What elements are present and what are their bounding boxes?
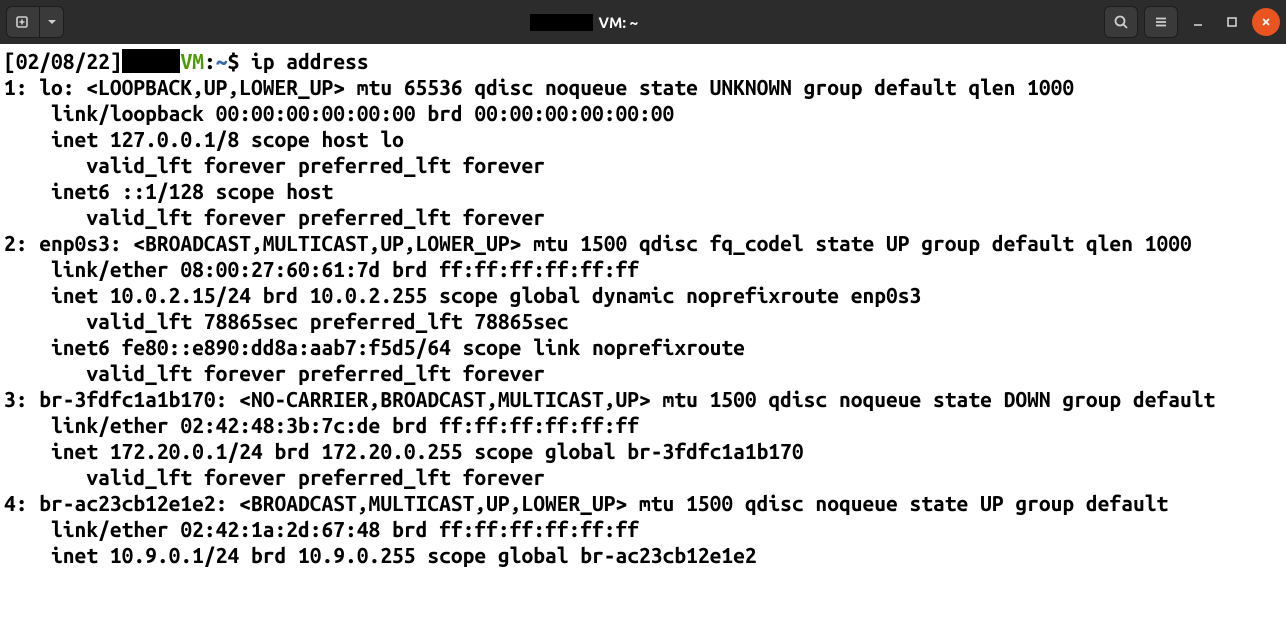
window-titlebar: user VM: ~	[0, 0, 1286, 44]
minimize-button[interactable]	[1184, 8, 1212, 36]
hamburger-icon	[1153, 14, 1169, 30]
output-line: link/ether 02:42:1a:2d:67:48 brd ff:ff:f…	[4, 517, 639, 541]
maximize-icon	[1226, 16, 1238, 28]
prompt-sigil: $	[228, 49, 252, 73]
close-icon	[1260, 16, 1272, 28]
output-line: valid_lft 78865sec preferred_lft 78865se…	[4, 309, 568, 333]
title-text: VM: ~	[599, 14, 639, 31]
output-line: inet 10.0.2.15/24 brd 10.0.2.255 scope g…	[4, 283, 921, 307]
prompt-bracket-close: ]	[110, 49, 122, 73]
titlebar-right	[1104, 6, 1280, 38]
minimize-icon	[1192, 16, 1204, 28]
output-line: valid_lft forever preferred_lft forever	[4, 465, 545, 489]
prompt-date: 02/08/22	[16, 49, 110, 73]
output-line: 4: br-ac23cb12e1e2: <BROADCAST,MULTICAST…	[4, 491, 1168, 515]
new-tab-button[interactable]	[6, 6, 40, 38]
search-button[interactable]	[1104, 6, 1138, 38]
new-tab-icon	[15, 14, 31, 30]
search-icon	[1113, 14, 1129, 30]
prompt-host: VM	[180, 49, 204, 73]
titlebar-left	[6, 6, 64, 38]
prompt-cwd: ~	[216, 49, 228, 73]
output-line: inet6 ::1/128 scope host	[4, 179, 333, 203]
close-button[interactable]	[1252, 8, 1280, 36]
output-line: 2: enp0s3: <BROADCAST,MULTICAST,UP,LOWER…	[4, 231, 1192, 255]
output-line: link/ether 08:00:27:60:61:7d brd ff:ff:f…	[4, 257, 639, 281]
prompt-user-redacted: user@	[122, 49, 181, 73]
output-line: link/ether 02:42:48:3b:7c:de brd ff:ff:f…	[4, 413, 639, 437]
output-line: inet 10.9.0.1/24 brd 10.9.0.255 scope gl…	[4, 543, 757, 567]
output-line: inet 127.0.0.1/8 scope host lo	[4, 127, 404, 151]
title-redacted: user	[530, 14, 593, 31]
prompt-colon: :	[204, 49, 216, 73]
window-title: user VM: ~	[64, 14, 1104, 31]
output-line: 1: lo: <LOOPBACK,UP,LOWER_UP> mtu 65536 …	[4, 75, 1074, 99]
output-line: valid_lft forever preferred_lft forever	[4, 153, 545, 177]
output-line: inet 172.20.0.1/24 brd 172.20.0.255 scop…	[4, 439, 804, 463]
prompt-bracket-open: [	[4, 49, 16, 73]
chevron-down-icon	[47, 17, 57, 27]
hamburger-menu-button[interactable]	[1144, 6, 1178, 38]
output-line: 3: br-3fdfc1a1b170: <NO-CARRIER,BROADCAS…	[4, 387, 1215, 411]
output-line: valid_lft forever preferred_lft forever	[4, 205, 545, 229]
output-line: valid_lft forever preferred_lft forever	[4, 361, 545, 385]
maximize-button[interactable]	[1218, 8, 1246, 36]
new-tab-dropdown[interactable]	[40, 6, 64, 38]
command-text: ip address	[251, 49, 369, 73]
output-line: link/loopback 00:00:00:00:00:00 brd 00:0…	[4, 101, 674, 125]
output-line: inet6 fe80::e890:dd8a:aab7:f5d5/64 scope…	[4, 335, 745, 359]
terminal-output[interactable]: [02/08/22]user@VM:~$ ip address 1: lo: <…	[0, 44, 1286, 568]
